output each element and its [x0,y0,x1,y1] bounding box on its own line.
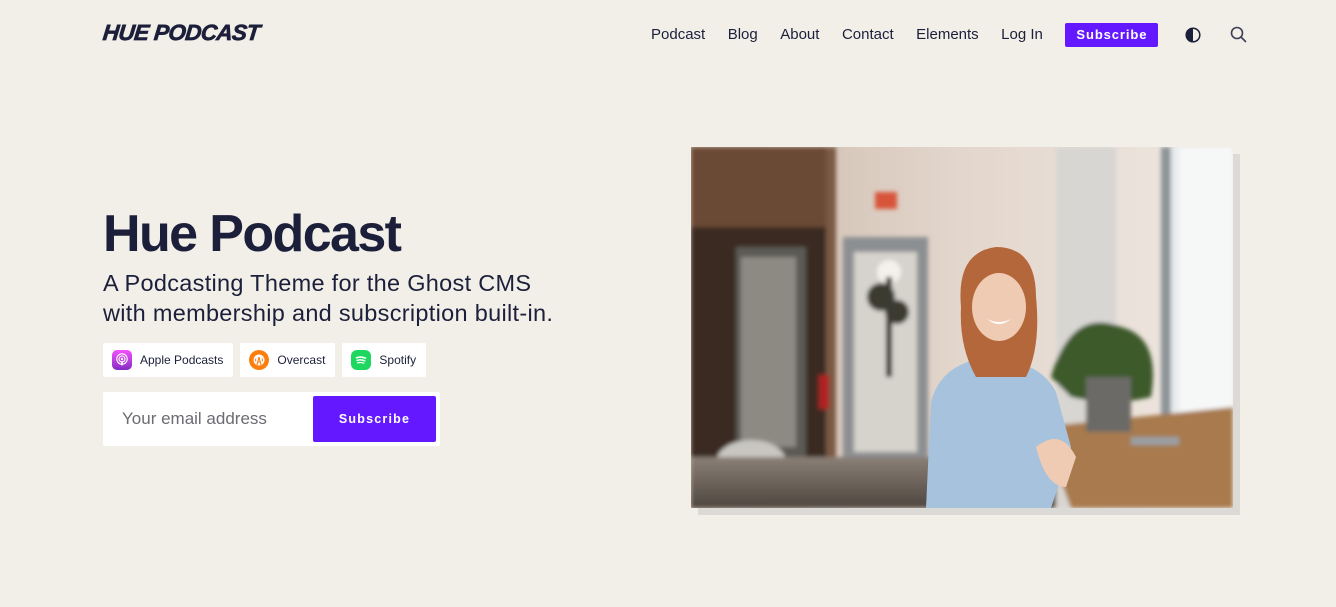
subscribe-button[interactable]: Subscribe [313,396,436,442]
nav-item-podcast[interactable]: Podcast [651,22,705,47]
search-button[interactable] [1229,26,1247,44]
platform-link-spotify[interactable]: Spotify [342,343,427,377]
spotify-icon [351,350,372,370]
email-input[interactable] [103,392,313,446]
hero-photo-illustration [691,147,1233,508]
nav-item-login[interactable]: Log In [1001,22,1043,47]
nav-item-elements[interactable]: Elements [916,22,979,47]
header-subscribe-button[interactable]: Subscribe [1065,22,1159,47]
platform-link-overcast[interactable]: Overcast [240,343,336,377]
podcast-platform-links: Apple Podcasts Overcast Spotify [103,343,427,377]
hero-subtitle: A Podcasting Theme for the Ghost CMS wit… [103,270,554,326]
hero-image [691,147,1233,508]
nav-item-contact[interactable]: Contact [842,22,894,47]
theme-toggle-button[interactable] [1184,26,1202,44]
main-nav: Podcast Blog About Contact Elements Log … [651,22,1247,47]
half-circle-contrast-icon [1185,26,1201,43]
nav-item-about[interactable]: About [780,22,819,47]
hero-title: Hue Podcast [103,205,402,263]
overcast-icon [249,350,270,370]
platform-label: Overcast [277,353,326,367]
search-icon [1230,26,1247,43]
site-header: HUE PODCAST Podcast Blog About Contact E… [0,0,1336,70]
nav-item-blog[interactable]: Blog [728,22,758,47]
platform-label: Apple Podcasts [140,353,224,367]
subscribe-form: Subscribe [103,392,440,446]
apple-podcasts-icon [112,350,132,370]
platform-label: Spotify [379,353,417,367]
platform-link-apple-podcasts[interactable]: Apple Podcasts [103,343,234,377]
site-logo[interactable]: HUE PODCAST [101,20,261,46]
